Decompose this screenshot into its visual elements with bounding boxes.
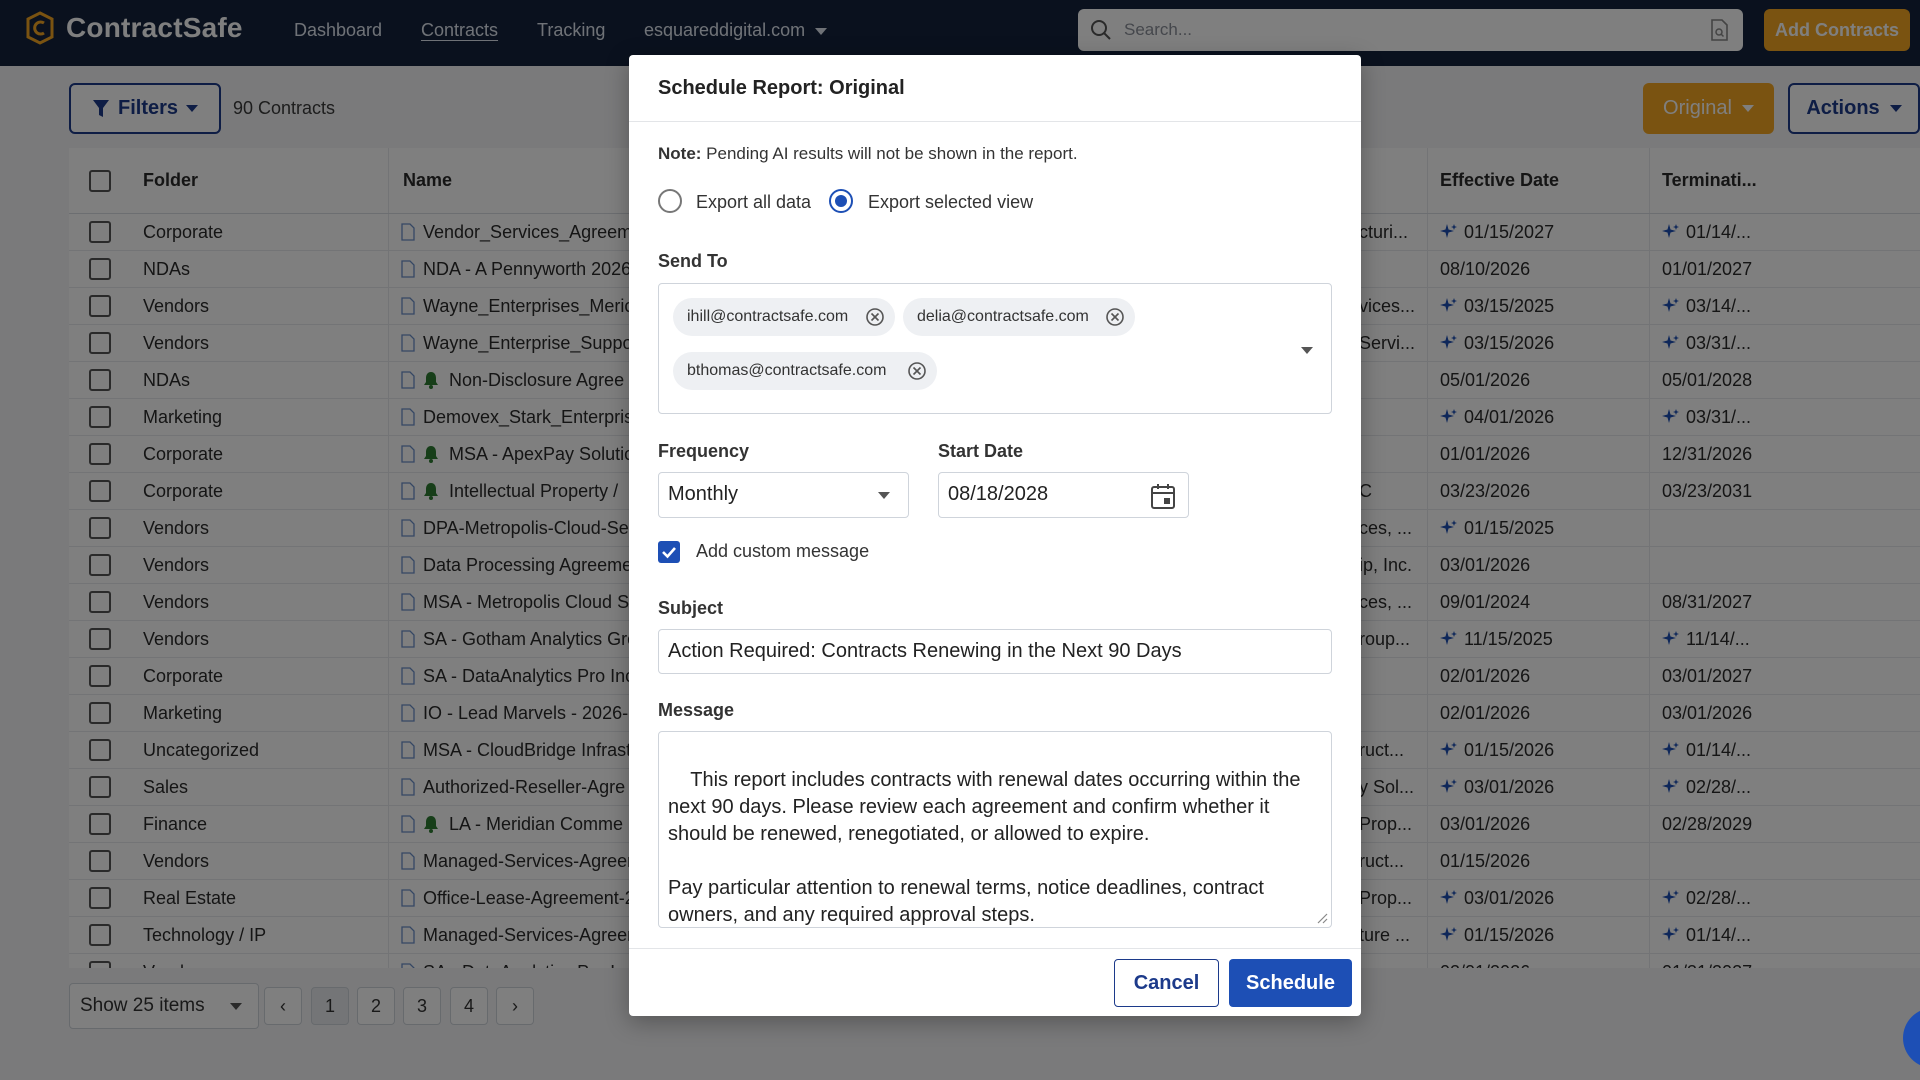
message-text: This report includes contracts with rene… [668,769,1301,926]
export-all-radio[interactable] [658,189,682,213]
subject-label: Subject [658,598,724,618]
remove-recipient-icon[interactable] [1105,307,1125,327]
chevron-down-icon[interactable] [1301,347,1313,354]
remove-recipient-icon[interactable] [907,361,927,381]
export-selected-label[interactable]: Export selected view [868,192,1033,213]
send-to-label: Send To [658,251,728,271]
frequency-select[interactable]: Monthly [658,472,909,518]
export-selected-radio[interactable] [829,189,853,213]
custom-message-checkbox[interactable] [658,541,680,563]
checkmark-icon [662,547,676,559]
recipient-email: bthomas@contractsafe.com [687,362,887,379]
recipient-chip: bthomas@contractsafe.com [673,352,937,390]
dialog-title: Schedule Report: Original [658,77,905,99]
chevron-down-icon [878,492,890,499]
message-textarea[interactable]: This report includes contracts with rene… [658,731,1332,928]
frequency-label: Frequency [658,441,750,461]
message-label: Message [658,700,735,720]
frequency-value: Monthly [668,483,739,505]
cancel-button[interactable]: Cancel [1114,959,1219,1007]
note-text: Pending AI results will not be shown in … [701,144,1078,163]
schedule-button[interactable]: Schedule [1229,959,1352,1007]
note-label: Note: [658,144,702,163]
ai-results-note: Note: Pending AI results will not be sho… [658,144,1078,164]
subject-input[interactable]: Action Required: Contracts Renewing in t… [658,629,1332,674]
start-date-label: Start Date [938,441,1024,461]
schedule-report-dialog: Schedule Report: Original Note: Pending … [629,55,1361,1016]
dialog-header: Schedule Report: Original [629,55,1361,122]
resize-handle-icon[interactable] [1316,912,1328,924]
recipient-email: delia@contractsafe.com [917,308,1089,325]
export-all-label[interactable]: Export all data [696,192,811,213]
recipients-field[interactable]: ihill@contractsafe.com delia@contractsaf… [658,283,1332,414]
start-date-input[interactable]: 08/18/2028 [938,472,1189,518]
custom-message-label[interactable]: Add custom message [696,541,869,562]
recipient-email: ihill@contractsafe.com [687,308,849,325]
recipient-chip: delia@contractsafe.com [903,298,1135,336]
start-date-value: 08/18/2028 [948,483,1049,505]
remove-recipient-icon[interactable] [865,307,885,327]
recipient-chip: ihill@contractsafe.com [673,298,895,336]
calendar-icon[interactable] [1150,482,1176,510]
